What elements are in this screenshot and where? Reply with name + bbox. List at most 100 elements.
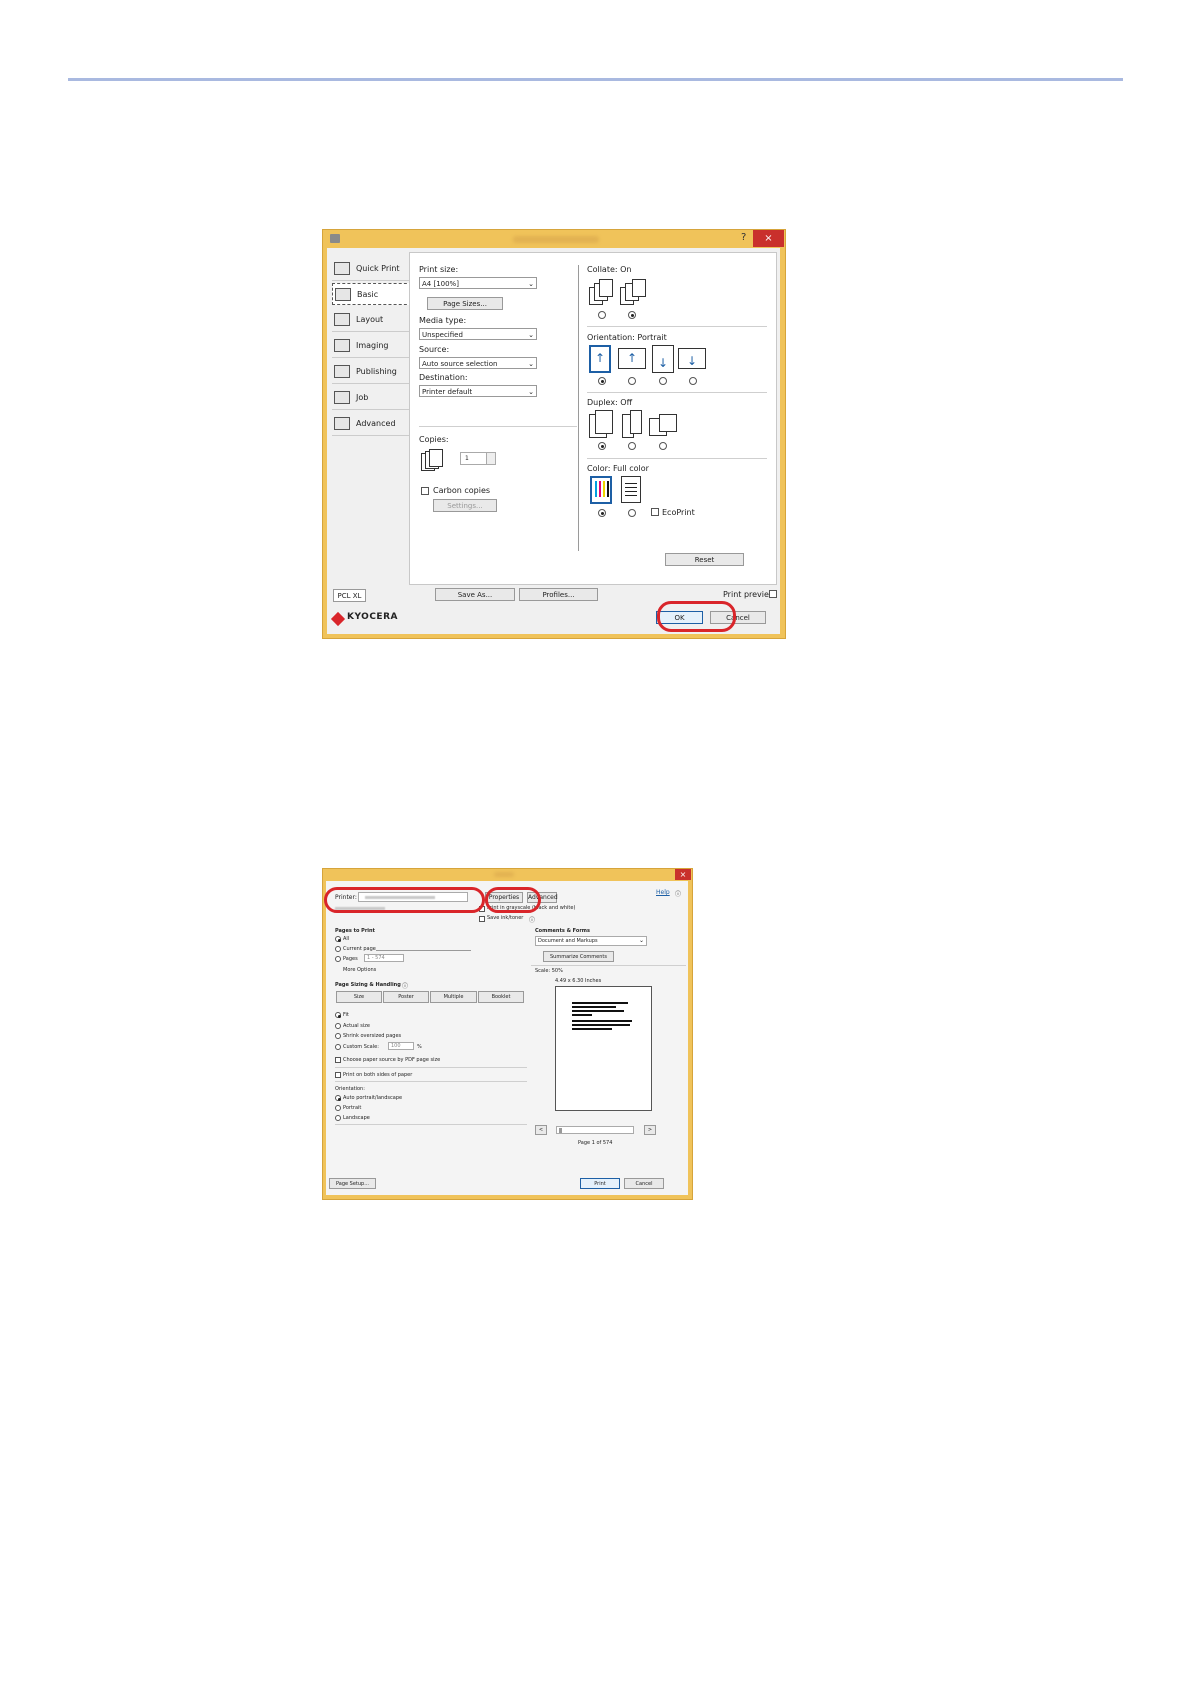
black-and-white-icon[interactable] <box>621 476 641 503</box>
profiles-button[interactable]: Profiles... <box>519 588 598 601</box>
scrollbar-thumb[interactable] <box>559 1128 562 1133</box>
orientation-portrait-icon[interactable]: ↑ <box>589 345 611 373</box>
window-title-blurred <box>494 872 514 877</box>
page-scrollbar[interactable] <box>556 1126 634 1134</box>
pages-to-print-heading: Pages to Print <box>335 928 375 934</box>
more-options-toggle[interactable]: More Options <box>343 967 376 973</box>
sidebar-item-label: Basic <box>357 290 379 299</box>
orientation-portrait-radio[interactable] <box>598 377 606 385</box>
orientation-landscape-rotated-radio[interactable] <box>689 377 697 385</box>
collate-off-radio[interactable] <box>598 311 606 319</box>
save-ink-checkbox[interactable] <box>479 916 485 922</box>
save-as-button[interactable]: Save As... <box>435 588 515 601</box>
auto-orientation-radio[interactable] <box>335 1095 341 1101</box>
divider <box>335 1124 527 1125</box>
orientation-landscape-rotated-icon[interactable]: ↓ <box>678 348 706 369</box>
all-pages-label: All <box>343 936 350 942</box>
help-icon[interactable]: ? <box>741 232 746 243</box>
sidebar-item-imaging[interactable]: Imaging <box>332 335 412 358</box>
fit-radio[interactable] <box>335 1012 341 1018</box>
copies-value: 1 <box>465 455 469 462</box>
carbon-copies-checkbox[interactable] <box>421 487 429 495</box>
help-link[interactable]: Help <box>656 889 670 896</box>
all-pages-radio[interactable] <box>335 936 341 942</box>
page-sizes-button[interactable]: Page Sizes... <box>427 297 503 310</box>
duplex-long-edge-radio[interactable] <box>628 442 636 450</box>
ok-button-highlight <box>657 601 736 632</box>
custom-scale-value: 100 <box>391 1043 401 1049</box>
sidebar-item-layout[interactable]: Layout <box>332 309 412 332</box>
ecoprint-checkbox[interactable] <box>651 508 659 516</box>
page-counter: Page 1 of 574 <box>578 1140 613 1146</box>
page-sizing-info-icon[interactable]: ⓘ <box>402 981 408 990</box>
save-ink-info-icon[interactable]: ⓘ <box>529 915 535 924</box>
black-and-white-radio[interactable] <box>628 509 636 517</box>
portrait-radio[interactable] <box>335 1105 341 1111</box>
print-preview-page <box>555 986 652 1111</box>
close-button[interactable]: × <box>753 230 784 247</box>
page-range-input[interactable]: 1 - 574 <box>364 954 404 962</box>
printer-icon <box>330 234 340 243</box>
copies-stepper[interactable]: 1 <box>460 452 496 465</box>
multiple-button[interactable]: Multiple <box>430 991 477 1003</box>
custom-scale-radio[interactable] <box>335 1044 341 1050</box>
help-info-icon[interactable]: ⓘ <box>675 889 681 898</box>
copies-icon <box>421 449 443 471</box>
comments-forms-select[interactable]: Document and Markups ⌄ <box>535 936 647 946</box>
print-size-label: Print size: <box>419 265 459 274</box>
both-sides-checkbox[interactable] <box>335 1072 341 1078</box>
close-button[interactable]: × <box>675 869 691 880</box>
previous-page-button[interactable]: < <box>535 1125 547 1135</box>
source-select[interactable]: Auto source selection ⌄ <box>419 357 537 369</box>
collate-on-radio[interactable] <box>628 311 636 319</box>
print-button[interactable]: Print <box>580 1178 620 1189</box>
orientation-landscape-icon[interactable]: ↑ <box>618 348 646 369</box>
sidebar-item-publishing[interactable]: Publishing <box>332 361 412 384</box>
settings-button[interactable]: Settings... <box>433 499 497 512</box>
sidebar-item-advanced[interactable]: Advanced <box>332 413 412 436</box>
page-setup-button[interactable]: Page Setup... <box>329 1178 376 1189</box>
full-color-icon[interactable] <box>590 476 612 504</box>
scale-label: Scale: 50% <box>535 968 563 974</box>
print-size-select[interactable]: A4 [100%] ⌄ <box>419 277 537 289</box>
divider <box>335 1081 527 1082</box>
properties-button-highlight <box>485 887 541 913</box>
sidebar-item-job[interactable]: Job <box>332 387 412 410</box>
shrink-radio[interactable] <box>335 1033 341 1039</box>
poster-button[interactable]: Poster <box>383 991 429 1003</box>
size-button[interactable]: Size <box>336 991 382 1003</box>
current-page-radio[interactable] <box>335 946 341 952</box>
print-preview-checkbox[interactable] <box>769 590 777 598</box>
custom-scale-input[interactable]: 100 <box>388 1042 414 1050</box>
landscape-radio[interactable] <box>335 1115 341 1121</box>
duplex-label: Duplex: Off <box>587 398 633 407</box>
cancel-button[interactable]: Cancel <box>624 1178 664 1189</box>
stepper-arrows-icon[interactable] <box>486 453 495 464</box>
advanced-icon <box>334 417 350 430</box>
orientation-portrait-rotated-radio[interactable] <box>659 377 667 385</box>
actual-size-radio[interactable] <box>335 1023 341 1029</box>
pcl-xl-button[interactable]: PCL XL <box>333 589 366 602</box>
reset-button[interactable]: Reset <box>665 553 744 566</box>
next-page-button[interactable]: > <box>644 1125 656 1135</box>
duplex-short-edge-radio[interactable] <box>659 442 667 450</box>
booklet-button[interactable]: Booklet <box>478 991 524 1003</box>
print-preview-label: Print preview <box>723 590 776 599</box>
sidebar-item-basic[interactable]: Basic <box>332 283 412 305</box>
summarize-comments-button[interactable]: Summarize Comments <box>543 951 614 962</box>
page-range-value: 1 - 574 <box>367 955 385 961</box>
choose-source-checkbox[interactable] <box>335 1057 341 1063</box>
destination-select[interactable]: Printer default ⌄ <box>419 385 537 397</box>
divider <box>419 426 577 427</box>
full-color-radio[interactable] <box>598 509 606 517</box>
media-type-select[interactable]: Unspecified ⌄ <box>419 328 537 340</box>
page-range-radio[interactable] <box>335 956 341 962</box>
destination-value: Printer default <box>422 388 473 396</box>
duplex-long-edge-icon <box>622 410 644 440</box>
orientation-landscape-radio[interactable] <box>628 377 636 385</box>
duplex-off-radio[interactable] <box>598 442 606 450</box>
orientation-portrait-rotated-icon[interactable]: ↓ <box>652 345 674 373</box>
duplex-short-edge-icon <box>649 414 679 438</box>
sidebar-item-quick-print[interactable]: Quick Print <box>332 258 412 281</box>
preview-text-line <box>572 1014 592 1016</box>
